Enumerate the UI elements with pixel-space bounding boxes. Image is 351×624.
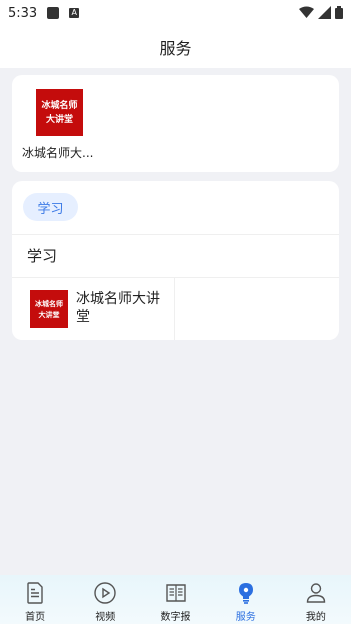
- bottom-tab-bar: 首页 视频 数字报 服务 我的: [0, 575, 351, 624]
- service-name: 冰城名师大讲堂: [76, 291, 160, 325]
- tab-label: 服务: [235, 612, 256, 623]
- signal-icon: [318, 6, 331, 19]
- category-chip-study[interactable]: 学习: [23, 193, 78, 221]
- tab-home[interactable]: 首页: [0, 575, 70, 624]
- app-name: 冰城名师大...: [22, 146, 94, 160]
- tab-label: 我的: [305, 612, 326, 623]
- home-doc-icon: [27, 582, 43, 604]
- wifi-icon: [299, 6, 314, 18]
- tab-label: 视频: [95, 612, 116, 623]
- newspaper-icon: [165, 584, 186, 602]
- a-badge-icon: A: [69, 8, 80, 18]
- category-card: 学习 学习 冰城名师 大讲堂 冰城名师大讲堂: [12, 181, 339, 340]
- bingcheng-logo: 冰城名师 大讲堂: [30, 290, 68, 328]
- tab-mine[interactable]: 我的: [281, 575, 351, 624]
- page-header: 服务: [0, 26, 351, 68]
- status-bar: 5:33 A: [0, 0, 351, 26]
- section-title: 学习: [27, 247, 58, 265]
- status-indicators: [299, 6, 343, 19]
- battery-icon: [335, 6, 343, 19]
- tab-video[interactable]: 视频: [70, 575, 140, 624]
- notification-icon: [47, 7, 60, 19]
- tab-label: 数字报: [160, 612, 191, 623]
- app-tile-bingcheng[interactable]: 冰城名师 大讲堂 冰城名师大...: [22, 89, 98, 161]
- user-icon: [306, 583, 326, 603]
- tab-services[interactable]: 服务: [211, 575, 281, 624]
- featured-apps-card: 冰城名师 大讲堂 冰城名师大...: [12, 75, 339, 172]
- tab-label: 首页: [25, 612, 46, 623]
- bingcheng-logo: 冰城名师 大讲堂: [36, 89, 83, 136]
- service-item-bingcheng[interactable]: 冰城名师 大讲堂 冰城名师大讲堂: [12, 278, 175, 340]
- play-icon: [94, 582, 116, 604]
- divider: [12, 234, 339, 235]
- status-time: 5:33: [8, 5, 38, 21]
- bulb-icon: [238, 583, 253, 604]
- page-title: 服务: [159, 39, 192, 58]
- tab-digital-paper[interactable]: 数字报: [140, 575, 210, 624]
